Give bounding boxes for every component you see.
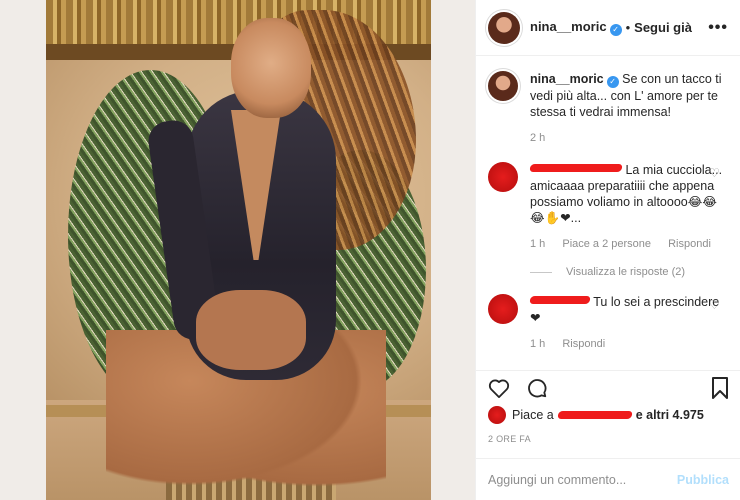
separator-dot: • (625, 20, 631, 35)
username-text[interactable]: nina__moric (530, 19, 607, 34)
comment-time[interactable]: 1 h (530, 238, 545, 250)
following-button[interactable]: Segui già (634, 20, 692, 35)
publish-button[interactable]: Pubblica (677, 473, 729, 487)
comment-body: La mia cucciola... amicaaaa preparatiiii… (529, 162, 725, 252)
comment-item: La mia cucciola... amicaaaa preparatiiii… (476, 146, 740, 252)
redacted-username[interactable] (529, 296, 591, 304)
action-bar (476, 370, 740, 410)
post-sidebar: nina__moric ✓ • Segui già ••• nina__moric… (475, 0, 740, 500)
caption-meta: 2 h (530, 130, 725, 146)
comment-meta: 1 h Piace a 2 persone Rispondi (530, 236, 725, 252)
avatar[interactable] (488, 11, 520, 44)
likes-prefix: Piace a (512, 408, 554, 422)
comment-body: Tu lo sei a prescindere❤ 1 h Rispondi (529, 294, 725, 352)
bookmark-icon[interactable] (711, 377, 729, 404)
comment-time[interactable]: 1 h (530, 338, 545, 350)
heart-icon[interactable] (488, 378, 510, 403)
comments-list[interactable]: nina__moric ✓ Se con un tacco ti vedi più… (476, 57, 740, 369)
likes-count-link[interactable]: e altri 4.975 (636, 408, 704, 422)
comment-item: Tu lo sei a prescindere❤ 1 h Rispondi ♡ (476, 278, 740, 352)
reply-button[interactable]: Rispondi (668, 238, 711, 250)
verified-badge-icon: ✓ (606, 76, 619, 88)
comment-icon[interactable] (526, 377, 548, 404)
liker-avatar[interactable] (488, 406, 506, 424)
comment-likes[interactable]: Piace a 2 persone (562, 238, 651, 250)
redacted-avatar[interactable] (488, 294, 518, 324)
comment-like-heart-icon[interactable]: ♡ (709, 166, 721, 180)
post-image-panel (0, 0, 475, 500)
post-photo[interactable] (46, 0, 431, 500)
more-options-icon[interactable]: ••• (708, 19, 728, 37)
figure-head (231, 18, 311, 118)
redacted-avatar[interactable] (488, 162, 518, 192)
comment-text: La mia cucciola... amicaaaa preparatiiii… (530, 163, 723, 225)
add-comment-bar: Pubblica (476, 458, 740, 500)
view-replies-label[interactable]: Visualizza le risposte (2) (566, 266, 685, 278)
replies-divider (530, 271, 552, 273)
post-header: nina__moric ✓ • Segui già ••• (476, 0, 740, 56)
view-replies-button[interactable]: Visualizza le risposte (2) (530, 266, 740, 278)
verified-badge-icon: ✓ (609, 24, 622, 36)
figure-hands (196, 290, 306, 370)
redacted-username[interactable] (529, 164, 623, 172)
comment-like-heart-icon[interactable]: ♡ (709, 298, 721, 312)
comment-input[interactable] (488, 472, 673, 487)
caption: nina__moric ✓ Se con un tacco ti vedi più… (476, 57, 740, 146)
post-timestamp[interactable]: 2 ORE FA (488, 434, 531, 444)
caption-body: nina__moric ✓ Se con un tacco ti vedi più… (530, 71, 725, 146)
redacted-liker[interactable] (556, 411, 633, 419)
caption-avatar[interactable] (488, 71, 518, 101)
comment-meta: 1 h Rispondi (530, 336, 725, 352)
likes-summary: Piace a e altri 4.975 (488, 406, 704, 424)
caption-username[interactable]: nina__moric (530, 72, 604, 86)
caption-time[interactable]: 2 h (530, 132, 545, 144)
username-link[interactable]: nina__moric ✓ (530, 19, 622, 36)
reply-button[interactable]: Rispondi (562, 338, 605, 350)
